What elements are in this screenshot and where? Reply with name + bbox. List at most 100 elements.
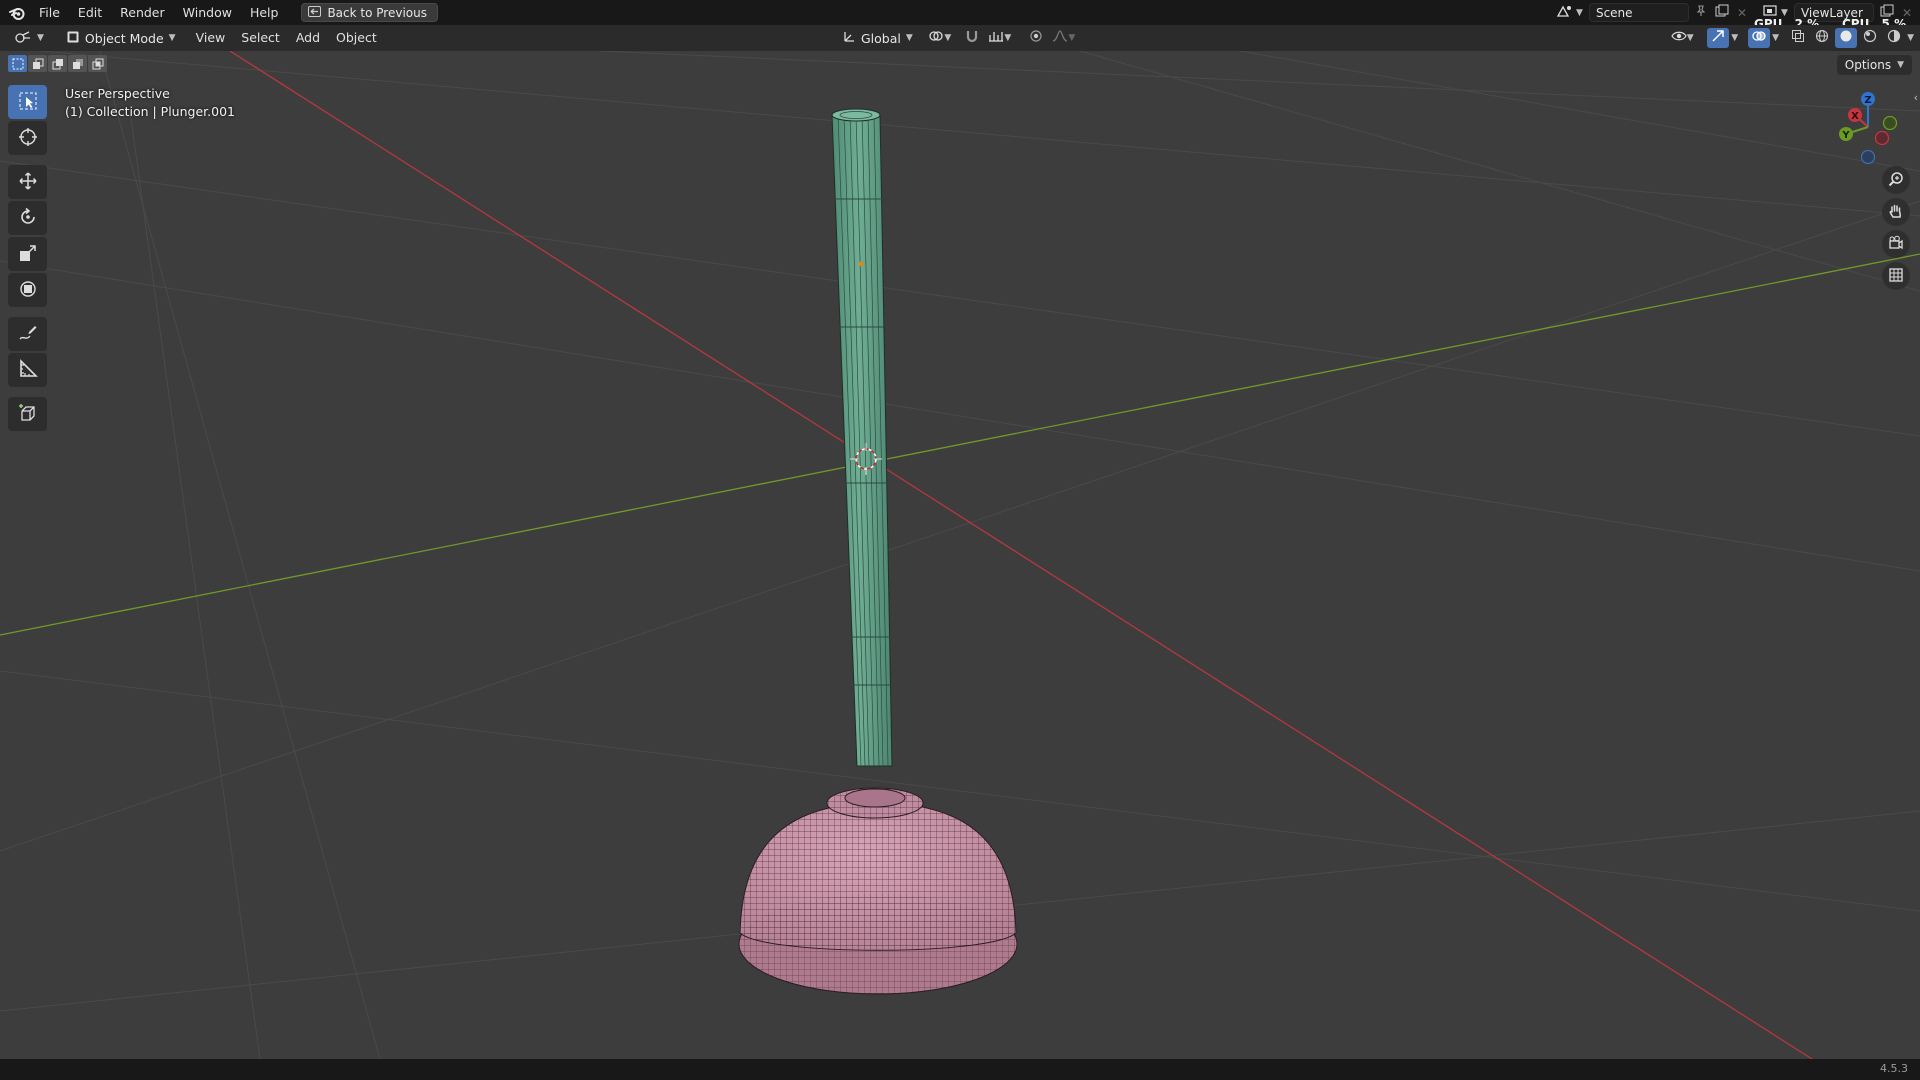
- snap-toggle[interactable]: [961, 28, 983, 48]
- pin-icon[interactable]: [1695, 5, 1707, 20]
- proportional-edit-icon: [1029, 29, 1043, 47]
- menu-view[interactable]: View: [188, 25, 234, 51]
- select-mode-intersect-button[interactable]: [88, 55, 107, 72]
- menu-select[interactable]: Select: [233, 25, 288, 51]
- rotate-icon: [18, 207, 38, 230]
- solid-shading-button[interactable]: [1835, 28, 1858, 48]
- cursor-icon: [18, 127, 38, 150]
- zoom-magnifier-icon: [1888, 171, 1904, 190]
- chevron-down-icon[interactable]: ▼: [1907, 33, 1914, 43]
- pivot-point-button[interactable]: ▼: [925, 28, 955, 48]
- transform-orientation-dropdown[interactable]: Global ▼: [836, 28, 919, 48]
- viewport-shading-controls: ▼ ▼ ▼ ▼: [1667, 28, 1914, 48]
- select-box-tool[interactable]: [8, 85, 47, 119]
- scale-icon: [18, 243, 38, 266]
- menu-help[interactable]: Help: [241, 0, 288, 25]
- top-menu-bar: File Edit Render Window Help Back to Pre…: [0, 0, 1920, 25]
- blender-logo-icon[interactable]: [4, 0, 30, 25]
- pan-button[interactable]: [1882, 198, 1910, 226]
- 3d-viewport[interactable]: User Perspective (1) Collection | Plunge…: [0, 51, 1920, 1059]
- show-overlays-toggle[interactable]: [1748, 28, 1771, 48]
- select-mode-difference-button[interactable]: [68, 55, 87, 72]
- chevron-down-icon[interactable]: ▼: [1731, 33, 1738, 43]
- plunger-cup: [738, 787, 1018, 995]
- back-button-label: Back to Previous: [327, 5, 427, 20]
- navigation-gizmo[interactable]: Z X Y: [1828, 85, 1908, 165]
- material-sphere-icon: [1863, 29, 1877, 47]
- scale-tool[interactable]: [8, 237, 47, 271]
- show-gizmo-toggle[interactable]: [1707, 28, 1730, 48]
- gizmo-icon: [1711, 29, 1725, 47]
- scene-selector[interactable]: ▼: [1556, 4, 1583, 21]
- x-axis-line: [229, 51, 1813, 1059]
- delete-scene-icon[interactable]: ✕: [1737, 6, 1747, 20]
- menu-file[interactable]: File: [30, 0, 69, 25]
- mode-selector[interactable]: Object Mode ▼: [59, 28, 182, 48]
- menu-render[interactable]: Render: [111, 0, 174, 25]
- gizmo-neg-z[interactable]: [1860, 149, 1876, 165]
- falloff-curve-icon: [1052, 29, 1068, 47]
- navigation-buttons: [1882, 166, 1910, 290]
- sidebar-toggle-chevron-left-icon[interactable]: ‹: [1914, 91, 1918, 104]
- orientation-label: Global: [861, 30, 901, 46]
- gizmo-neg-x[interactable]: [1874, 130, 1890, 146]
- transform-controls: Global ▼ ▼ ▼ ▼: [836, 28, 1079, 48]
- transform-tool[interactable]: [8, 273, 47, 307]
- proportional-falloff-button[interactable]: ▼: [1049, 28, 1079, 48]
- options-dropdown[interactable]: Options ▼: [1836, 55, 1912, 75]
- snap-increment-icon: [988, 29, 1004, 47]
- proportional-editing-toggle[interactable]: [1025, 28, 1047, 48]
- menu-edit[interactable]: Edit: [69, 0, 111, 25]
- status-bar: 4.5.3: [0, 1059, 1920, 1080]
- overlays-icon: [1752, 29, 1766, 47]
- material-shading-button[interactable]: [1859, 28, 1881, 48]
- camera-view-button[interactable]: [1882, 230, 1910, 258]
- move-arrows-icon: [18, 171, 38, 194]
- menu-add[interactable]: Add: [288, 25, 328, 51]
- chevron-down-icon: ▼: [37, 33, 44, 43]
- xray-icon: [1791, 29, 1805, 47]
- select-mode-set-button[interactable]: [8, 55, 27, 72]
- object-visibility-button[interactable]: ▼: [1667, 28, 1697, 48]
- back-to-previous-button[interactable]: Back to Previous: [301, 3, 438, 22]
- chevron-down-icon: ▼: [944, 33, 952, 43]
- scene-name-field[interactable]: Scene: [1588, 3, 1689, 22]
- version-label: 4.5.3: [1880, 1062, 1908, 1075]
- move-tool[interactable]: [8, 165, 47, 199]
- select-mode-extend-button[interactable]: [28, 55, 47, 72]
- gizmo-neg-y[interactable]: [1882, 115, 1898, 131]
- scene-name: Scene: [1595, 5, 1633, 20]
- mode-label: Object Mode: [84, 30, 164, 46]
- cursor-tool[interactable]: [8, 121, 47, 155]
- annotate-tool[interactable]: [8, 317, 47, 351]
- wireframe-shading-button[interactable]: [1811, 28, 1833, 48]
- rendered-shading-button[interactable]: [1883, 28, 1905, 48]
- viewport-header: ▼ Object Mode ▼ View Select Add Object G…: [0, 25, 1920, 51]
- view-name: User Perspective: [65, 86, 170, 101]
- rendered-sphere-icon: [1887, 29, 1901, 47]
- select-mode-subtract-button[interactable]: [48, 55, 67, 72]
- editor-type-selector[interactable]: ▼: [8, 28, 50, 48]
- xray-toggle[interactable]: [1787, 28, 1809, 48]
- menu-window[interactable]: Window: [174, 0, 241, 25]
- chevron-down-icon: ▼: [1686, 33, 1694, 43]
- rotate-tool[interactable]: [8, 201, 47, 235]
- chevron-down-icon: ▼: [1004, 33, 1012, 43]
- add-cube-tool[interactable]: [8, 397, 47, 431]
- add-cube-icon: [18, 403, 38, 426]
- orthographic-toggle-button[interactable]: [1882, 262, 1910, 290]
- chevron-down-icon[interactable]: ▼: [1772, 33, 1779, 43]
- chevron-down-icon: ▼: [1576, 7, 1583, 18]
- scene-canvas[interactable]: [0, 51, 1920, 1059]
- zoom-button[interactable]: [1882, 166, 1910, 194]
- select-mode-buttons: [8, 55, 107, 72]
- measure-tool[interactable]: [8, 353, 47, 387]
- grid-perspective-icon: [1888, 267, 1904, 286]
- menu-object[interactable]: Object: [328, 25, 385, 51]
- snap-target-button[interactable]: ▼: [985, 28, 1015, 48]
- plunger-handle: [831, 108, 893, 767]
- new-scene-icon[interactable]: [1715, 4, 1729, 21]
- gizmo-x-label: X: [1851, 111, 1859, 122]
- chevron-down-icon: ▼: [1068, 33, 1076, 43]
- viewport-info: User Perspective (1) Collection | Plunge…: [65, 85, 235, 121]
